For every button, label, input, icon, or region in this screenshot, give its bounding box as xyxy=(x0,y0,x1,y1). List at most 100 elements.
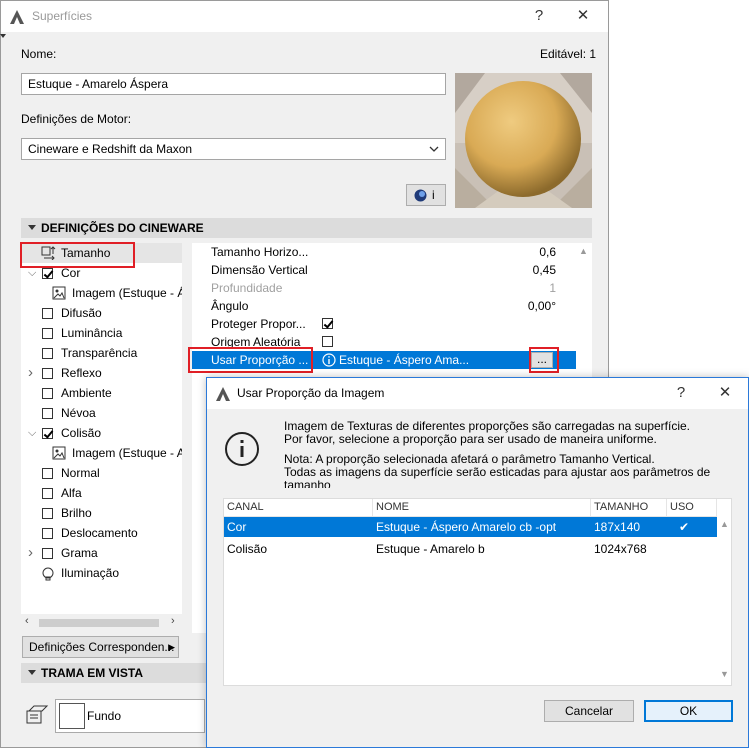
channel-label: Reflexo xyxy=(61,366,102,380)
scroll-right-icon[interactable]: › xyxy=(171,615,175,627)
table-header: CANAL NOME TAMANHO USO xyxy=(224,499,717,517)
channel-label: Deslocamento xyxy=(61,526,138,540)
property-row[interactable]: Proteger Propor... xyxy=(192,315,576,333)
channel-label: Névoa xyxy=(61,406,96,420)
cineware-info-button[interactable]: i xyxy=(406,184,446,206)
engine-label: Definições de Motor: xyxy=(21,112,132,126)
help-button[interactable]: ? xyxy=(529,7,549,24)
scroll-down-icon[interactable]: ▼ xyxy=(720,669,729,679)
column-tamanho[interactable]: TAMANHO xyxy=(591,499,667,516)
material-preview xyxy=(455,73,592,208)
channel-checkbox[interactable] xyxy=(42,348,53,359)
fill-pattern-icon xyxy=(26,705,49,724)
property-row[interactable]: Ângulo 0,00° xyxy=(192,297,576,315)
property-value: 1 xyxy=(549,281,556,295)
column-nome[interactable]: NOME xyxy=(373,499,591,516)
channel-checkbox[interactable] xyxy=(42,308,53,319)
message-line-2: Por favor, selecione a proporção para se… xyxy=(284,432,657,446)
dialog-close-button[interactable]: ✕ xyxy=(715,383,735,401)
property-value[interactable]: 0,00° xyxy=(528,297,556,315)
property-row[interactable]: Dimensão Vertical 0,45 xyxy=(192,261,576,279)
app-icon xyxy=(10,10,24,24)
channel-item[interactable]: Luminância xyxy=(21,323,182,343)
property-label: Tamanho Horizo... xyxy=(211,245,309,259)
scroll-thumb[interactable] xyxy=(39,619,159,627)
collapse-triangle-icon xyxy=(28,670,36,675)
channel-checkbox[interactable] xyxy=(42,328,53,339)
channel-item[interactable]: › Grama xyxy=(21,543,182,563)
channel-item[interactable]: Ambiente xyxy=(21,383,182,403)
channel-label: Iluminação xyxy=(61,566,120,580)
cell-nome: Estuque - Áspero Amarelo cb -opt xyxy=(376,520,557,534)
app-icon xyxy=(216,387,230,401)
cell-uso: ✔ xyxy=(679,520,690,534)
channel-item[interactable]: Iluminação xyxy=(21,563,182,583)
close-button[interactable]: ✕ xyxy=(573,6,593,24)
channel-item[interactable]: Imagem (Estuque - Ás xyxy=(21,283,182,303)
dialog-title: Usar Proporção da Imagem xyxy=(237,386,385,400)
channel-checkbox[interactable] xyxy=(42,428,53,439)
channel-label: Colisão xyxy=(61,426,102,440)
channel-checkbox[interactable] xyxy=(42,388,53,399)
property-value[interactable]: 0,6 xyxy=(539,243,556,261)
channel-checkbox[interactable] xyxy=(42,488,53,499)
channel-item[interactable]: Névoa xyxy=(21,403,182,423)
channel-item[interactable]: Deslocamento xyxy=(21,523,182,543)
cineware-section-header[interactable]: DEFINIÇÕES DO CINEWARE xyxy=(21,218,592,238)
cell-canal: Colisão xyxy=(227,542,268,556)
channel-item[interactable]: Transparência xyxy=(21,343,182,363)
channel-label: Luminância xyxy=(61,326,123,340)
column-uso[interactable]: USO xyxy=(667,499,717,516)
property-checkbox[interactable] xyxy=(322,336,333,347)
scroll-up-icon[interactable]: ▲ xyxy=(720,519,729,529)
channel-item[interactable]: Brilho xyxy=(21,503,182,523)
tree-horizontal-scrollbar[interactable]: ‹ › xyxy=(21,614,182,631)
property-label: Profundidade xyxy=(211,281,283,295)
property-label: Proteger Propor... xyxy=(211,317,306,331)
collapse-marker-icon xyxy=(0,34,6,38)
engine-select[interactable]: Cineware e Redshift da Maxon xyxy=(21,138,446,160)
channel-checkbox[interactable] xyxy=(42,508,53,519)
property-row[interactable]: Profundidade 1 xyxy=(192,279,576,297)
channel-checkbox[interactable] xyxy=(42,548,53,559)
property-row[interactable]: Tamanho Horizo... 0,6 xyxy=(192,243,576,261)
info-icon xyxy=(322,353,336,367)
chevron-down-icon[interactable]: ⌵ xyxy=(28,423,36,443)
table-row[interactable]: Colisão Estuque - Amarelo b 1024x768 xyxy=(224,539,717,559)
channel-label: Imagem (Estuque - Ás xyxy=(72,286,182,300)
table-scrollbar[interactable]: ▲ ▼ xyxy=(717,499,731,685)
table-row[interactable]: Cor Estuque - Áspero Amarelo cb -opt 187x1… xyxy=(224,517,717,537)
fill-selector[interactable]: Fundo xyxy=(55,699,205,733)
property-value[interactable]: 0,45 xyxy=(533,261,556,279)
channel-item[interactable]: › Reflexo xyxy=(21,363,182,383)
scroll-left-icon[interactable]: ‹ xyxy=(25,615,29,627)
channel-item[interactable]: Normal xyxy=(21,463,182,483)
channel-checkbox[interactable] xyxy=(42,408,53,419)
channel-checkbox[interactable] xyxy=(42,468,53,479)
matching-settings-label: Definições Corresponden... xyxy=(29,640,175,654)
name-field[interactable]: Estuque - Amarelo Áspera xyxy=(21,73,446,95)
dialog-message: Imagem de Texturas de diferentes proporç… xyxy=(284,420,724,488)
channel-item[interactable]: Alfa xyxy=(21,483,182,503)
matching-settings-button[interactable]: Definições Corresponden... ▶ xyxy=(22,636,179,658)
engine-select-value: Cineware e Redshift da Maxon xyxy=(28,142,193,156)
channel-item[interactable]: Difusão xyxy=(21,303,182,323)
ok-button[interactable]: OK xyxy=(644,700,733,722)
highlight-browse xyxy=(529,347,559,373)
channel-tree: Tamanho ⌵ Cor Imagem (Estuque - Ás Difusão Lu… xyxy=(21,243,182,631)
channel-item[interactable]: Imagem (Estuque - Am xyxy=(21,443,182,463)
chevron-right-icon[interactable]: › xyxy=(28,363,33,383)
channel-checkbox[interactable] xyxy=(42,268,53,279)
scroll-up-icon[interactable]: ▲ xyxy=(579,246,588,256)
cancel-button[interactable]: Cancelar xyxy=(544,700,634,722)
property-label: Dimensão Vertical xyxy=(211,263,308,277)
column-canal[interactable]: CANAL xyxy=(224,499,373,516)
property-checkbox[interactable] xyxy=(322,318,333,329)
channel-checkbox[interactable] xyxy=(42,368,53,379)
dialog-help-button[interactable]: ? xyxy=(671,384,691,401)
cinema4d-icon xyxy=(414,189,427,202)
channel-checkbox[interactable] xyxy=(42,528,53,539)
chevron-right-icon[interactable]: › xyxy=(28,543,33,563)
channel-item[interactable]: ⌵ Colisão xyxy=(21,423,182,443)
window-title: Superfícies xyxy=(32,9,93,23)
